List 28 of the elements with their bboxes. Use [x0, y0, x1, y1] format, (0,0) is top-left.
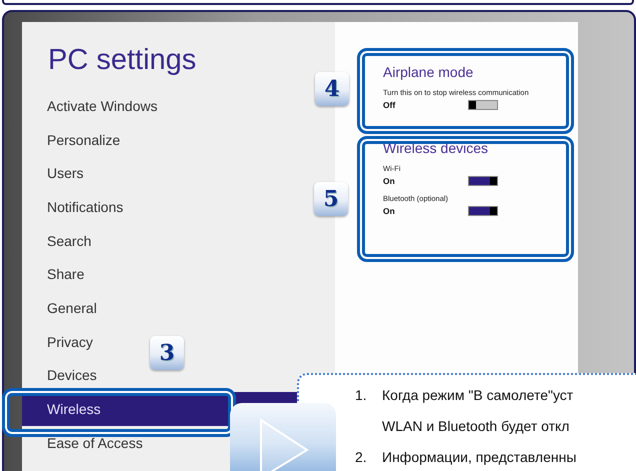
toggle-state: On	[383, 206, 396, 216]
toggle-switch[interactable]	[468, 176, 498, 186]
nav-item[interactable]: Search	[47, 232, 92, 249]
nav-item[interactable]: Devices	[47, 367, 97, 384]
callout-text: WLAN и Bluetooth будет откл	[382, 418, 570, 434]
window-title: PC settings	[48, 44, 198, 77]
callout-text: Информации, представленны	[382, 448, 576, 464]
toggle-switch[interactable]	[468, 100, 498, 110]
nav-item[interactable]: Notifications	[47, 198, 124, 215]
toggle-state: On	[383, 176, 396, 186]
step-badge: 4	[315, 72, 349, 106]
nav-item[interactable]: Share	[47, 266, 84, 282]
nav-item[interactable]: Personalize	[47, 132, 120, 148]
nav-item[interactable]: Wireless	[47, 401, 101, 418]
nav-item[interactable]: Users	[47, 165, 84, 182]
nav-item[interactable]: Activate Windows	[47, 98, 158, 114]
nav-item[interactable]: General	[47, 300, 97, 316]
step-badge: 5	[314, 182, 348, 216]
list-number: 2.	[355, 448, 368, 464]
section-title: Airplane mode	[383, 64, 474, 80]
nav-item[interactable]: Privacy	[47, 334, 93, 350]
callout-text: Когда режим "В самолете"уст	[382, 386, 574, 402]
toggle-switch[interactable]	[468, 206, 498, 216]
list-number: 1.	[355, 386, 368, 402]
nav-item[interactable]: Ease of Access	[47, 434, 143, 451]
section-title: Wireless devices	[383, 140, 490, 156]
toggle-state: Off	[383, 100, 396, 110]
step-badge: 3	[150, 336, 184, 370]
